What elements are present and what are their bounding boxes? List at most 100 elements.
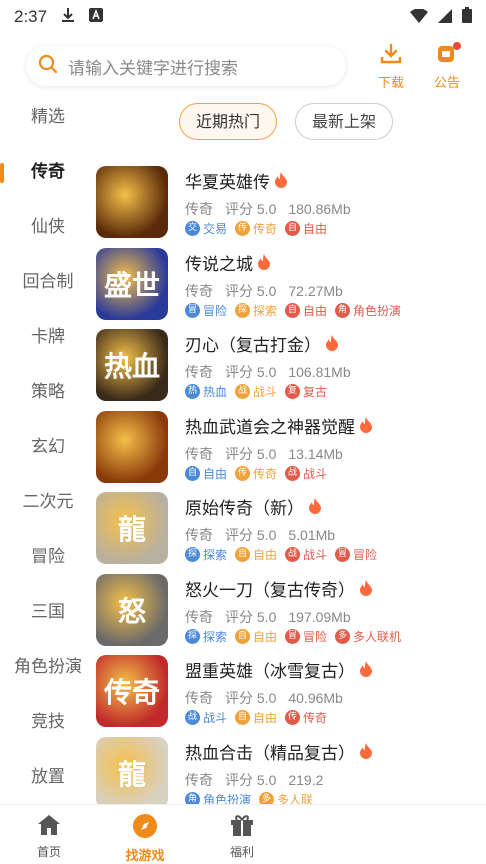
sidebar-item[interactable]: 角色扮演: [0, 640, 96, 695]
game-title: 华夏英雄传: [185, 173, 270, 193]
tag-label: 自由: [253, 629, 278, 644]
game-size: 5.01Mb: [288, 527, 336, 543]
wifi-icon: [410, 7, 428, 27]
filter-new-release[interactable]: 最新上架: [295, 103, 394, 140]
game-row[interactable]: 传奇 盟重英雄（冰雪复古） 传奇 评分 5.0 40.96Mb 战战斗自自由传传奇: [96, 651, 486, 733]
game-meta: 传奇 评分 5.0 13.14Mb: [185, 444, 355, 464]
tag-label: 复古: [303, 385, 328, 399]
game-title: 盟重英雄（冰雪复古）: [185, 662, 355, 682]
tag-label: 多人联机: [353, 629, 402, 644]
game-tag: 传传奇: [235, 465, 277, 482]
game-title: 原始传奇（新）: [185, 499, 304, 519]
download-button[interactable]: 下载: [371, 42, 411, 91]
game-tag: 冒冒险: [185, 302, 227, 319]
tag-label: 自由: [253, 548, 278, 562]
nav-home[interactable]: 首页: [4, 813, 94, 860]
search-icon: [38, 54, 58, 78]
tag-icon: 热: [185, 384, 200, 399]
tag-icon: 自: [285, 302, 301, 318]
notice-button[interactable]: 公告: [427, 42, 467, 91]
search-placeholder: 请输入关键字进行搜索: [68, 58, 238, 79]
game-tags: 冒冒险探探索自自由角角色扮演: [185, 302, 401, 319]
gift-icon: [229, 815, 255, 841]
game-thumbnail: 龍: [96, 492, 168, 564]
signal-icon: [438, 8, 452, 27]
sidebar-item[interactable]: 三国: [0, 585, 96, 640]
sidebar-item[interactable]: 卡牌: [0, 310, 96, 365]
filter-chips: 近期热门 最新上架: [179, 103, 394, 140]
tag-label: 战斗: [303, 548, 328, 562]
tag-icon: 探: [185, 547, 200, 562]
game-tag: 交交易: [185, 220, 227, 237]
game-meta: 传奇 评分 5.0 106.81Mb: [185, 362, 363, 382]
game-title: 刃心（复古打金）: [185, 336, 321, 356]
sidebar-item[interactable]: 二次元: [0, 475, 96, 530]
game-tags: 探探索自自由战战斗冒冒险: [185, 546, 377, 563]
tag-label: 传奇: [253, 222, 278, 236]
tag-icon: 自: [235, 547, 251, 562]
game-tag: 探探索: [235, 302, 277, 319]
game-tag: 冒冒险: [285, 628, 327, 645]
tag-label: 战斗: [203, 711, 228, 725]
game-title-line: 华夏英雄传: [185, 168, 288, 193]
tag-label: 传奇: [303, 711, 328, 725]
sidebar-item[interactable]: 策略: [0, 365, 96, 420]
search-input[interactable]: 请输入关键字进行搜索: [26, 46, 346, 86]
game-row[interactable]: 盛世 传说之城 传奇 评分 5.0 72.27Mb 冒冒险探探索自自由角角色扮演: [96, 244, 486, 326]
status-time: 2:37: [14, 7, 48, 26]
battery-icon: [462, 7, 472, 27]
sidebar-item[interactable]: 回合制: [0, 255, 96, 310]
nav-welfare-label: 福利: [229, 845, 254, 859]
hot-fire-icon: [308, 498, 322, 518]
game-meta: 传奇 评分 5.0 180.86Mb: [185, 199, 363, 219]
game-row[interactable]: 怒 怒火一刀（复古传奇） 传奇 评分 5.0 197.09Mb 探探索自自由冒冒险多多人联…: [96, 570, 486, 652]
sidebar-item[interactable]: 放置: [0, 750, 96, 805]
sidebar-item[interactable]: 竞技: [0, 695, 96, 750]
hot-fire-icon: [325, 335, 339, 355]
tag-label: 传奇: [253, 466, 278, 481]
game-rating: 评分 5.0: [225, 771, 277, 788]
tag-icon: 战: [285, 465, 301, 481]
sidebar-item[interactable]: 冒险: [0, 530, 96, 585]
tag-icon: 战: [235, 384, 251, 399]
thumbnail-art-text: 热血: [103, 350, 160, 383]
tag-label: 探索: [203, 548, 228, 562]
game-row[interactable]: 龍 原始传奇（新） 传奇 评分 5.0 5.01Mb 探探索自自由战战斗冒冒险: [96, 488, 486, 570]
nav-welfare[interactable]: 福利: [197, 813, 287, 860]
nav-find-game[interactable]: 找游戏: [100, 813, 190, 864]
game-title-line: 原始传奇（新）: [185, 494, 322, 519]
game-tag: 复复古: [285, 383, 327, 400]
tag-label: 战斗: [253, 385, 278, 399]
game-tag: 战战斗: [235, 383, 277, 400]
game-type: 传奇: [185, 364, 213, 380]
game-row[interactable]: 龍 热血合击（精品复古） 传奇 评分 5.0 219.2 角角色扮演多多人联: [96, 733, 486, 804]
game-title-line: 怒火一刀（复古传奇）: [185, 576, 373, 601]
game-type: 传奇: [185, 771, 213, 788]
game-tag: 自自由: [235, 628, 277, 645]
hot-fire-icon: [359, 416, 373, 437]
game-tag: 多多人联机: [335, 628, 401, 645]
sidebar-item[interactable]: 玄幻: [0, 420, 96, 475]
game-row[interactable]: 热血 刃心（复古打金） 传奇 评分 5.0 106.81Mb 热热血战战斗复复古: [96, 325, 486, 407]
sidebar-item[interactable]: 传奇: [0, 145, 96, 200]
game-size: 197.09Mb: [288, 608, 351, 625]
game-row[interactable]: 热血武道会之神器觉醒 传奇 评分 5.0 13.14Mb 自自由传传奇战战斗: [96, 407, 486, 489]
game-tag: 传传奇: [285, 709, 327, 726]
tag-label: 自由: [253, 711, 278, 725]
game-size: 13.14Mb: [288, 445, 343, 462]
thumbnail-art-text: [96, 166, 168, 238]
tag-icon: 角: [185, 791, 200, 804]
status-bar: 2:37: [0, 0, 486, 34]
game-thumbnail: 怒: [96, 573, 168, 646]
tag-icon: 传: [235, 465, 251, 481]
tag-icon: 交: [185, 221, 200, 236]
tag-icon: 战: [185, 710, 200, 725]
game-row[interactable]: 华夏英雄传 传奇 评分 5.0 180.86Mb 交交易传传奇自自由: [96, 162, 486, 244]
sidebar-item[interactable]: 精选: [0, 90, 96, 145]
filter-recent-hot[interactable]: 近期热门: [179, 103, 278, 140]
game-type: 传奇: [185, 608, 213, 625]
game-tags: 探探索自自由冒冒险多多人联机: [185, 628, 401, 645]
game-rating: 评分 5.0: [225, 282, 277, 299]
game-size: 72.27Mb: [288, 282, 343, 299]
sidebar-item[interactable]: 仙侠: [0, 200, 96, 255]
